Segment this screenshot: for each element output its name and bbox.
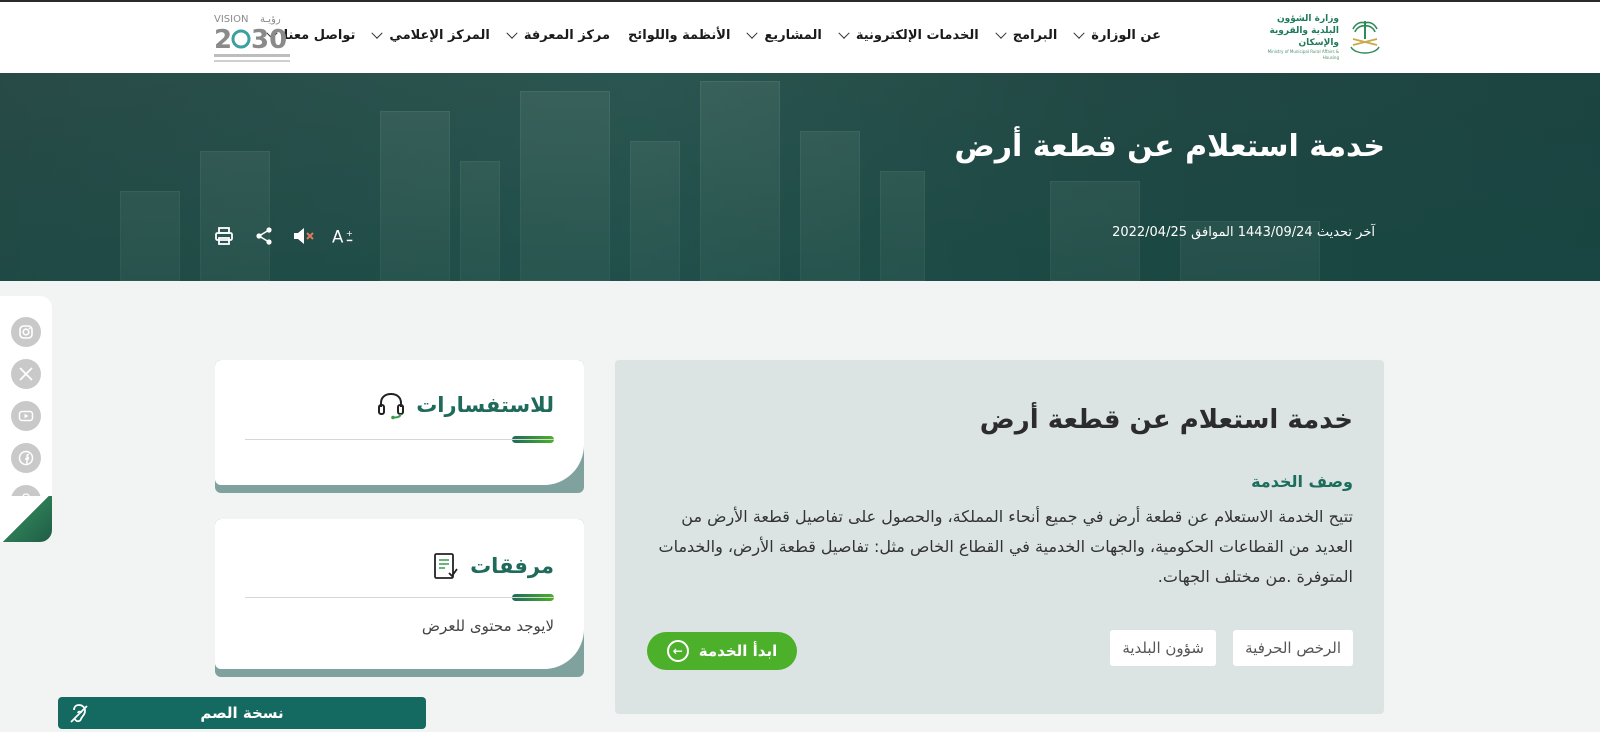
instagram-icon [19, 325, 33, 339]
x-link[interactable] [11, 359, 41, 389]
mute-button[interactable] [292, 224, 316, 248]
print-button[interactable] [212, 224, 236, 248]
youtube-link[interactable] [11, 401, 41, 431]
service-description-heading: وصف الخدمة [1251, 472, 1353, 491]
chevron-down-icon [506, 27, 518, 39]
mute-icon [294, 228, 314, 244]
chevron-down-icon [838, 27, 850, 39]
nav-programs[interactable]: البرامج [988, 27, 1067, 43]
nav-projects[interactable]: المشاريع [739, 27, 830, 43]
vision-2030-logo[interactable]: VISION رؤيـة 2 30 [214, 10, 292, 66]
main-nav: عن الوزارة البرامج الخدمات الإلكترونية ا… [259, 27, 1170, 43]
saudi-emblem-icon [1350, 21, 1380, 54]
youtube-icon [18, 410, 34, 422]
chevron-down-icon [746, 27, 759, 39]
svg-text:رؤيـة: رؤيـة [260, 14, 281, 25]
nav-regulations[interactable]: الأنظمة واللوائح [619, 28, 739, 43]
svg-text:30: 30 [251, 25, 287, 55]
nav-e-services[interactable]: الخدمات الإلكترونية [831, 27, 988, 43]
nav-about-ministry[interactable]: عن الوزارة [1066, 27, 1170, 43]
instagram-link[interactable] [11, 317, 41, 347]
document-icon [434, 553, 458, 579]
hearing-impaired-icon [70, 704, 88, 723]
font-size-icon: A + [332, 227, 353, 246]
share-icon [256, 227, 272, 245]
tag-municipal-affairs[interactable]: شؤون البلدية [1110, 630, 1216, 666]
service-description: تتيح الخدمة الاستعلام عن قطعة أرض في جمي… [658, 507, 1353, 586]
x-icon [19, 367, 33, 381]
service-card: خدمة استعلام عن قطعة أرض وصف الخدمة تتيح… [615, 360, 1384, 714]
font-size-button[interactable]: A + [332, 224, 356, 248]
ministry-logo[interactable]: وزارة الشؤون البلدية والقروية والإسكان M… [1257, 14, 1385, 60]
hero-banner: خدمة استعلام عن قطعة أرض آخر تحديث 1443/… [0, 73, 1600, 281]
nav-media-center[interactable]: المركز الإعلامي [364, 27, 498, 43]
facebook-icon [18, 450, 34, 466]
page-title: خدمة استعلام عن قطعة أرض [954, 129, 1385, 164]
share-button[interactable] [252, 224, 276, 248]
print-icon [215, 227, 233, 245]
arrow-left-icon: ← [666, 640, 689, 662]
attachments-card: مرفقات لايوجد محتوى للعرض [215, 519, 584, 677]
page-tools: A + [212, 224, 356, 248]
chevron-down-icon [995, 27, 1007, 39]
attachments-title: مرفقات [430, 551, 554, 581]
facebook-link[interactable] [11, 443, 41, 473]
ministry-logo-text: وزارة الشؤون البلدية والقروية والإسكان M… [1267, 14, 1339, 60]
site-header: وزارة الشؤون البلدية والقروية والإسكان M… [0, 0, 1600, 73]
svg-text:VISION: VISION [214, 14, 248, 25]
svg-text:2: 2 [214, 25, 232, 55]
start-service-button[interactable]: ابدأ الخدمة ← [647, 632, 797, 670]
headset-icon [378, 392, 405, 420]
deaf-version-button[interactable]: نسخة الصم [58, 697, 426, 729]
svg-text:A: A [332, 227, 344, 246]
nav-knowledge-center[interactable]: مركز المعرفة [499, 27, 619, 43]
chevron-down-icon [1073, 27, 1085, 39]
attachments-empty-text: لايوجد محتوى للعرض [421, 617, 554, 635]
inquiries-title[interactable]: للاستفسارات [376, 390, 554, 420]
svg-text:+: + [346, 228, 353, 238]
chevron-down-icon [371, 27, 384, 39]
social-sidebar [0, 296, 52, 542]
last-update-date: آخر تحديث 1443/09/24 الموافق 2022/04/25 [1112, 225, 1375, 240]
inquiries-card: للاستفسارات [215, 360, 584, 493]
tag-craft-licenses[interactable]: الرخص الحرفية [1233, 630, 1353, 666]
service-title: خدمة استعلام عن قطعة أرض [979, 405, 1353, 435]
